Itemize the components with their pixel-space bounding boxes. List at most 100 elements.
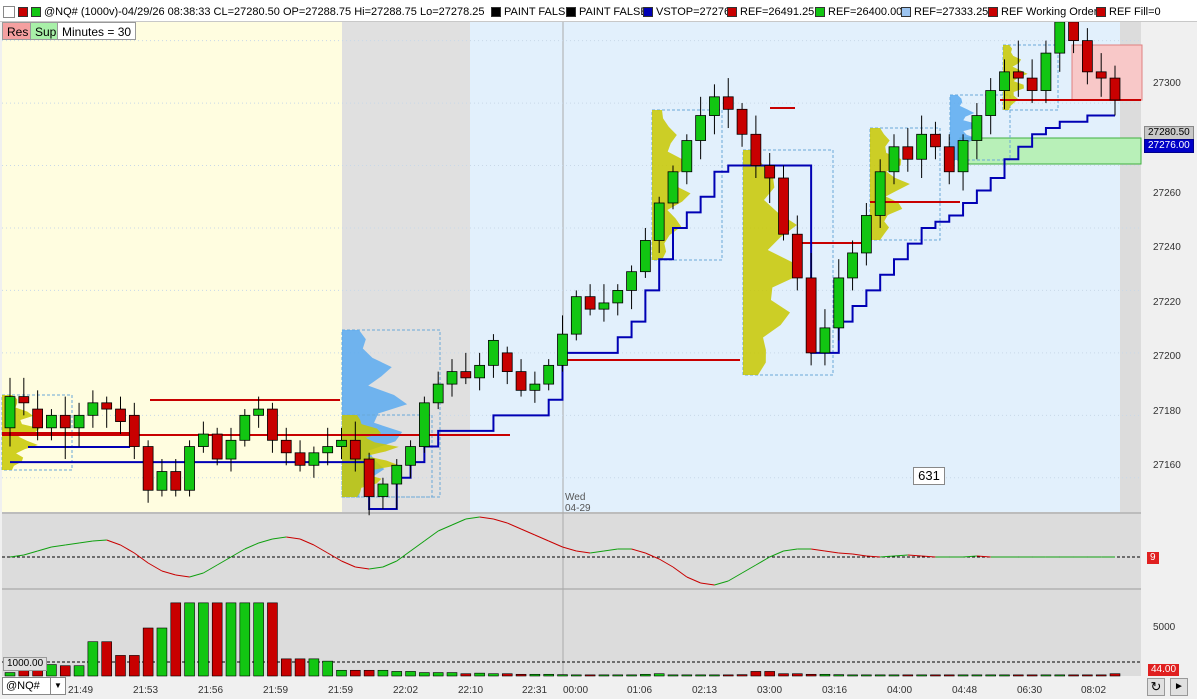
volume-bar — [764, 671, 775, 677]
candle-up — [239, 414, 251, 441]
candle-up — [598, 302, 610, 310]
time-tick: 03:00 — [757, 685, 783, 696]
time-tick: 22:31 — [522, 685, 548, 696]
ref-fill-legend: REF Fill=0 — [1096, 5, 1161, 19]
vstop-legend: VSTOP=27276 — [643, 5, 730, 19]
ref-swatch-icon — [1096, 7, 1106, 17]
candle-up — [847, 252, 858, 279]
refresh-icon[interactable]: ↻ — [1147, 678, 1165, 696]
ref-working-legend: REF Working Orders — [988, 5, 1103, 19]
time-tick: 03:16 — [822, 685, 848, 696]
symbol-select[interactable]: @NQ# ▼ — [2, 677, 66, 695]
volume-bar — [709, 674, 720, 677]
volume-bar — [101, 641, 112, 677]
volume-bar — [930, 674, 941, 677]
candle-up — [198, 433, 209, 447]
volume-bar — [18, 669, 30, 677]
volume-bar — [557, 674, 568, 677]
candle-up — [640, 240, 651, 273]
up-color-swatch-icon — [31, 7, 41, 17]
candle-up — [570, 296, 582, 335]
volume-bar — [736, 674, 748, 677]
candle-up — [709, 96, 720, 116]
volume-right-tag: 44.00 — [1148, 664, 1180, 676]
candle-up — [225, 439, 237, 460]
candle-up — [253, 408, 264, 416]
volume-bar — [46, 664, 57, 677]
volume-bar — [4, 672, 16, 677]
candle-up — [667, 171, 679, 204]
candle-down — [170, 471, 182, 491]
chart-canvas[interactable] — [0, 0, 1197, 699]
volume-bar — [985, 674, 996, 677]
candle-up — [653, 202, 665, 241]
volume-bar — [211, 602, 223, 677]
vstop-legend-label: VSTOP=27276 — [656, 6, 731, 18]
volume-tick: 5000 — [1153, 622, 1176, 633]
volume-bar — [847, 674, 858, 677]
volume-bar — [87, 641, 99, 677]
vstop-swatch-icon — [643, 7, 653, 17]
time-tick: 21:49 — [68, 685, 94, 696]
price-tick: 27240 — [1153, 242, 1181, 253]
volume-bar — [73, 665, 85, 677]
res-button[interactable]: Res — [2, 22, 34, 40]
candle-down — [1082, 40, 1093, 73]
volume-bar — [999, 674, 1010, 677]
paint-swatch-icon — [566, 7, 576, 17]
candle-down — [101, 402, 113, 410]
candle-down — [59, 414, 71, 429]
candle-down — [1026, 77, 1038, 91]
chart-header: @NQ# (1000v)-04/29/26 08:38:33 CL=27280.… — [0, 0, 1197, 22]
candle-up — [971, 115, 983, 141]
time-tick: 21:56 — [198, 685, 224, 696]
candle-down — [294, 452, 306, 466]
session-bg-yellow — [2, 22, 342, 512]
volume-bar — [833, 674, 845, 677]
candle-up — [999, 71, 1010, 91]
ref2-label: REF=26400.00 — [828, 6, 903, 18]
ref2-legend: REF=26400.00 — [815, 5, 902, 19]
volume-bar — [819, 673, 831, 677]
oscillator-value-tag: 9 — [1147, 552, 1159, 564]
minutes-button[interactable]: Minutes = 30 — [57, 22, 137, 40]
candle-down — [128, 414, 140, 447]
candle-down — [943, 146, 955, 173]
candle-up — [419, 402, 430, 447]
candle-up — [322, 446, 334, 454]
candle-up — [46, 414, 57, 429]
candle-down — [267, 408, 278, 441]
candle-up — [681, 140, 693, 173]
candle-down — [1068, 21, 1079, 42]
volume-bar — [1040, 674, 1052, 677]
volume-bar — [916, 674, 927, 677]
last-price-tag: 27280.50 — [1144, 126, 1194, 140]
volume-bar — [778, 673, 789, 677]
volume-bar — [129, 655, 140, 677]
candle-down — [363, 458, 375, 497]
volume-bar — [1109, 673, 1121, 677]
candle-down — [349, 439, 361, 460]
candle-up — [833, 277, 845, 329]
volume-bar — [1026, 674, 1038, 677]
candle-up — [861, 215, 872, 254]
time-tick: 06:30 — [1017, 685, 1043, 696]
ref-working-label: REF Working Orders — [1001, 6, 1103, 18]
candle-up — [916, 133, 927, 160]
candle-down — [501, 352, 513, 373]
window-checkbox-icon[interactable] — [3, 6, 15, 18]
volume-bar — [488, 673, 499, 677]
ref1-legend: REF=26491.25 — [727, 5, 814, 19]
ref-fill-label: REF Fill=0 — [1109, 6, 1161, 18]
chevron-down-icon[interactable]: ▼ — [50, 678, 65, 694]
candle-up — [626, 271, 637, 291]
scroll-right-icon[interactable]: ► — [1170, 678, 1188, 696]
candle-down — [32, 408, 43, 429]
candle-up — [888, 146, 900, 173]
volume-bar — [253, 602, 264, 677]
time-tick: 22:10 — [458, 685, 484, 696]
volume-bar — [971, 674, 983, 677]
ref-swatch-icon — [815, 7, 825, 17]
candle-up — [543, 364, 555, 385]
time-tick: 00:00 — [563, 685, 589, 696]
